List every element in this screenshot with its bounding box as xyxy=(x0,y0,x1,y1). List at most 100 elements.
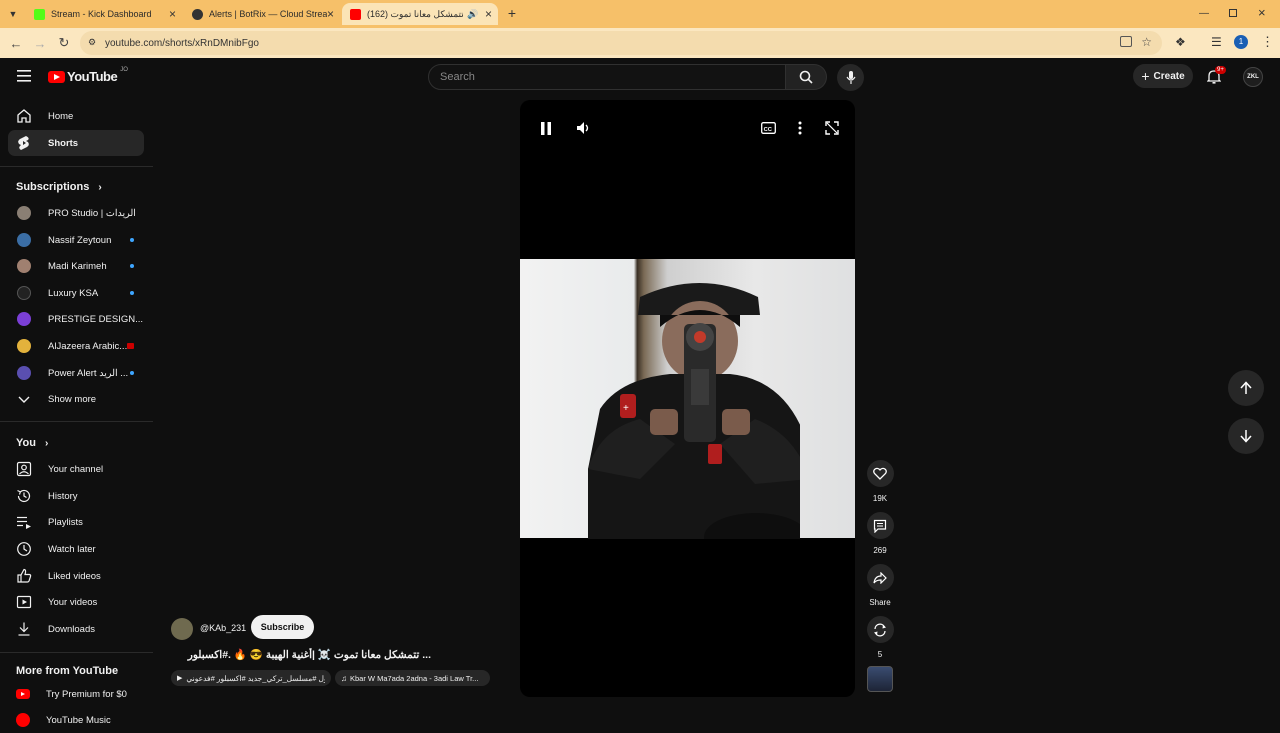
sound-chip-label: Kbar W Ma7ada 2adna - 3adi Law Tr... xyxy=(350,673,479,683)
share-button[interactable] xyxy=(866,564,894,591)
channel-avatar[interactable] xyxy=(171,618,193,640)
more-options-button[interactable] xyxy=(790,120,810,136)
new-content-dot xyxy=(130,238,134,242)
close-tab-icon[interactable]: × xyxy=(485,7,492,21)
show-more-label: Show more xyxy=(48,393,97,405)
site-info-icon[interactable]: ⚙ xyxy=(88,37,98,47)
your-videos-icon xyxy=(16,595,32,609)
tab-label: Alerts | BotRix — Cloud Stream xyxy=(209,9,327,19)
shorts-player[interactable]: CC + xyxy=(520,100,855,697)
notifications-button[interactable]: 9+ xyxy=(1207,66,1226,85)
hamburger-menu-icon[interactable] xyxy=(17,70,31,82)
remix-action[interactable]: 5 xyxy=(866,616,894,659)
like-button[interactable] xyxy=(866,460,894,487)
channel-handle[interactable]: @KAb_231 xyxy=(200,623,246,633)
sidebar-item-label: YouTube Music xyxy=(46,714,111,726)
show-more-button[interactable]: Show more xyxy=(8,386,144,412)
tab-audio-icon[interactable]: 🔊 xyxy=(467,9,478,20)
url-text: youtube.com/shorts/xRnDMnibFgo xyxy=(105,37,259,49)
hashtag-chip[interactable]: ▶ الاول #مسلسل_تركي_جديد #اكسبلور #فدعون… xyxy=(171,670,331,686)
sidebar-item-liked-videos[interactable]: Liked videos xyxy=(8,563,144,589)
captions-button[interactable]: CC xyxy=(758,120,778,136)
you-heading[interactable]: You › xyxy=(16,437,48,449)
address-bar[interactable]: ⚙ youtube.com/shorts/xRnDMnibFgo ☆ xyxy=(80,31,1162,55)
forward-arrow-icon[interactable]: → xyxy=(32,35,48,51)
tab-list-chevron-icon[interactable]: ▼ xyxy=(6,7,20,21)
volume-button[interactable] xyxy=(573,120,593,136)
sound-chip[interactable]: ♫ Kbar W Ma7ada 2adna - 3adi Law Tr... xyxy=(335,670,490,686)
sidebar: Home Shorts Subscriptions › PRO Studio |… xyxy=(0,100,153,727)
tab-kick-dashboard[interactable]: Stream - Kick Dashboard × xyxy=(26,3,182,25)
minimize-icon[interactable]: — xyxy=(1199,8,1209,19)
comment-action[interactable]: 269 xyxy=(866,512,894,555)
sidebar-subscription[interactable]: Power Alert الريد ... xyxy=(8,360,144,386)
search-input[interactable]: Search xyxy=(428,64,786,90)
install-app-icon[interactable] xyxy=(1120,36,1132,47)
sidebar-item-try-premium[interactable]: Try Premium for $0 xyxy=(8,681,144,707)
youtube-play-logo-icon xyxy=(48,70,65,83)
sidebar-item-shorts[interactable]: Shorts xyxy=(8,130,144,156)
youtube-header: YouTube JO Search + Create 9+ ZKL xyxy=(0,58,1280,96)
sidebar-item-playlists[interactable]: Playlists xyxy=(8,509,144,535)
sidebar-item-your-videos[interactable]: Your videos xyxy=(8,589,144,615)
channel-avatar xyxy=(17,259,31,273)
sidebar-subscription[interactable]: Nassif Zeytoun xyxy=(8,227,144,253)
profile-avatar[interactable]: 1 xyxy=(1234,35,1248,49)
youtube-logo[interactable]: YouTube JO xyxy=(48,67,128,84)
restore-icon[interactable] xyxy=(1229,9,1237,17)
close-window-icon[interactable]: × xyxy=(1258,5,1266,20)
remix-button[interactable] xyxy=(866,616,894,643)
captions-icon: CC xyxy=(760,122,776,134)
logo-text: YouTube xyxy=(67,69,118,84)
sidebar-subscription[interactable]: Luxury KSA xyxy=(8,280,144,306)
sidebar-item-watch-later[interactable]: Watch later xyxy=(8,536,144,562)
sidebar-item-history[interactable]: History xyxy=(8,483,144,509)
channel-avatar xyxy=(17,312,31,326)
subscriptions-heading[interactable]: Subscriptions › xyxy=(16,181,102,193)
sidebar-item-youtube-music[interactable]: YouTube Music xyxy=(8,707,144,733)
like-action[interactable]: 19K xyxy=(866,460,894,503)
next-short-button[interactable] xyxy=(1228,418,1264,454)
account-avatar[interactable]: ZKL xyxy=(1243,67,1263,87)
sidebar-item-label: Home xyxy=(48,110,74,122)
sound-thumbnail[interactable] xyxy=(867,666,893,692)
subscription-label: Nassif Zeytoun xyxy=(48,234,112,246)
fullscreen-button[interactable] xyxy=(822,120,842,136)
reload-icon[interactable]: ↻ xyxy=(56,35,72,51)
subscribe-button[interactable]: Subscribe xyxy=(251,615,314,639)
create-button[interactable]: + Create xyxy=(1133,64,1193,88)
sidebar-subscription[interactable]: AlJazeera Arabic... xyxy=(8,333,144,359)
sidebar-item-downloads[interactable]: Downloads xyxy=(8,616,144,642)
tab-youtube-short[interactable]: (162) تتمشكل معانا تموت ... 🔊 × xyxy=(342,3,498,25)
sidebar-item-label: Liked videos xyxy=(48,570,101,582)
home-icon xyxy=(17,109,31,123)
sidebar-item-label: Shorts xyxy=(48,137,79,149)
share-action[interactable]: Share xyxy=(866,564,894,607)
chevron-down-icon xyxy=(18,396,30,403)
sidebar-item-your-channel[interactable]: Your channel xyxy=(8,456,144,482)
new-tab-plus-icon[interactable]: + xyxy=(505,5,519,21)
close-tab-icon[interactable]: × xyxy=(327,7,334,21)
sidebar-item-home[interactable]: Home xyxy=(8,103,144,129)
media-controls-icon[interactable]: ☰ xyxy=(1211,35,1222,49)
voice-search-button[interactable] xyxy=(837,64,864,91)
sidebar-subscription[interactable]: Madi Karimeh xyxy=(8,253,144,279)
search-button[interactable] xyxy=(786,64,827,90)
bookmark-star-icon[interactable]: ☆ xyxy=(1141,35,1152,49)
extensions-icon[interactable]: ❖ xyxy=(1175,35,1186,49)
back-arrow-icon[interactable]: ← xyxy=(8,35,24,51)
pause-button[interactable] xyxy=(536,120,556,136)
sidebar-subscription[interactable]: PRESTIGE DESIGN... xyxy=(8,306,144,332)
menu-dots-icon[interactable]: ⋮ xyxy=(1261,34,1274,50)
channel-avatar xyxy=(17,286,31,300)
sidebar-subscription[interactable]: PRO Studio | الريدات xyxy=(8,200,144,226)
comments-button[interactable] xyxy=(866,512,894,539)
youtube-music-icon xyxy=(16,713,30,727)
close-tab-icon[interactable]: × xyxy=(169,7,176,21)
tab-botrix-alerts[interactable]: Alerts | BotRix — Cloud Stream × xyxy=(184,3,340,25)
more-from-youtube-heading: More from YouTube xyxy=(16,665,119,677)
previous-short-button[interactable] xyxy=(1228,370,1264,406)
video-frame[interactable]: + xyxy=(520,259,855,539)
tab-label: Stream - Kick Dashboard xyxy=(51,9,152,19)
arrow-up-icon xyxy=(1240,381,1252,394)
